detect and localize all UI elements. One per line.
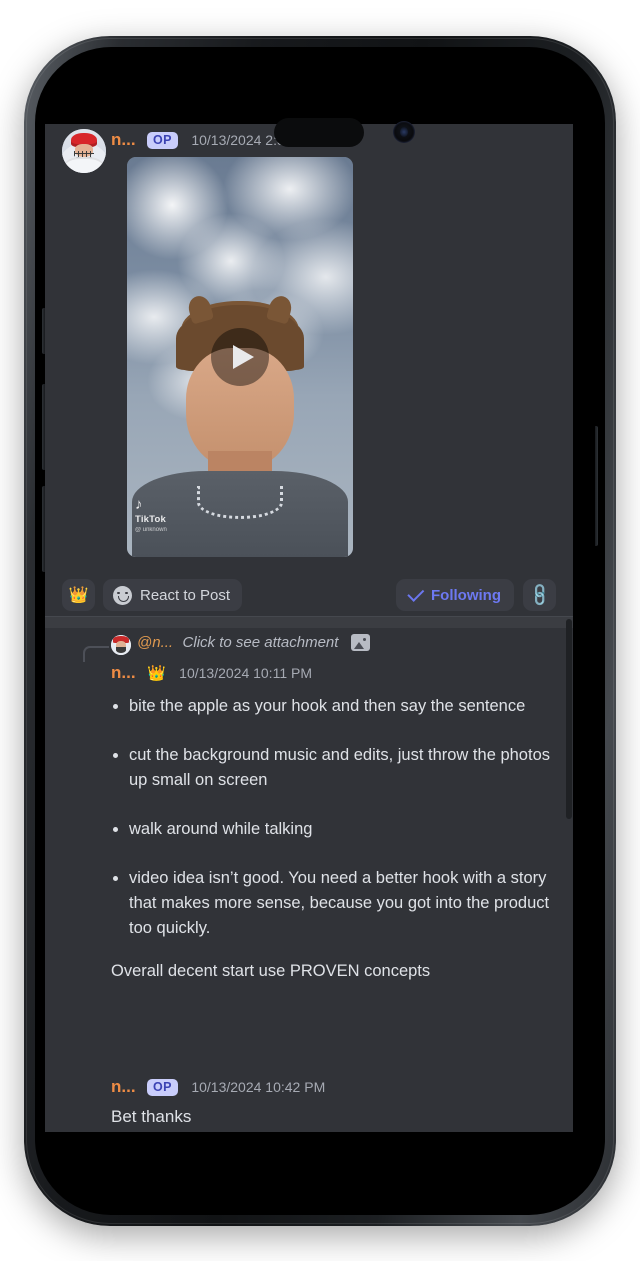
front-camera-icon: [393, 121, 415, 143]
reply-timestamp: 10/13/2024 10:11 PM: [179, 665, 312, 681]
following-label: Following: [431, 586, 501, 604]
subject-necklace: [197, 486, 283, 520]
post-action-bar: 👑 React to Post Following 🔗: [45, 571, 573, 619]
crown-badge-icon: 👑: [147, 665, 166, 682]
image-icon: [350, 634, 370, 651]
reply-bullet-list: bite the apple as your hook and then say…: [111, 694, 561, 941]
crown-icon: 👑: [68, 587, 89, 604]
avatar-art-red-cap: [111, 635, 131, 655]
tiktok-label: TikTok: [135, 514, 166, 525]
reply-header: n... 👑 10/13/2024 10:11 PM: [45, 660, 573, 690]
jersey-shape: [64, 156, 104, 173]
reply-reference-handle[interactable]: @n...: [137, 634, 173, 651]
check-icon: [407, 584, 425, 602]
reply-closing-text: Overall decent start use PROVEN concepts: [111, 962, 431, 980]
reply-body: bite the apple as your hook and then say…: [45, 690, 573, 984]
op-badge: OP: [147, 131, 178, 149]
last-message-header: n... OP 10/13/2024 10:42 PM: [45, 1074, 573, 1102]
list-item: video idea isn’t good. You need a better…: [111, 866, 561, 941]
reply-message: @n... Click to see attachment n... 👑 10/…: [45, 634, 573, 988]
last-message-timestamp: 10/13/2024 10:42 PM: [191, 1079, 326, 1095]
chat-app-viewport: n... OP 10/13/2024 2:36 PM ♪ TikTok @ un…: [45, 124, 573, 1132]
link-icon: 🔗: [526, 582, 553, 609]
post-author-name[interactable]: n...: [111, 130, 136, 150]
tiktok-username: @ unknown: [135, 527, 167, 533]
scrollbar-thumb[interactable]: [566, 619, 572, 819]
tiktok-watermark: ♪ TikTok @ unknown: [135, 497, 167, 533]
crown-reaction-button[interactable]: 👑: [62, 579, 95, 611]
following-button[interactable]: Following: [396, 579, 514, 611]
last-message-text: Bet thanks: [111, 1107, 192, 1126]
reply-reference-line[interactable]: @n... Click to see attachment: [45, 634, 573, 662]
beard-shape: [115, 646, 127, 653]
last-message: n... OP 10/13/2024 10:42 PM Bet thanks: [45, 1074, 573, 1130]
op-badge-2: OP: [147, 1078, 178, 1096]
list-item: cut the background music and edits, just…: [111, 743, 561, 793]
play-triangle-shape: [233, 345, 254, 369]
last-message-author[interactable]: n...: [111, 1077, 136, 1097]
copy-link-button[interactable]: 🔗: [523, 579, 556, 611]
react-to-post-label: React to Post: [140, 586, 231, 604]
scrollbar-track[interactable]: [565, 124, 573, 1132]
dynamic-island: [274, 118, 364, 147]
avatar-op[interactable]: [62, 129, 106, 173]
music-note-icon: ♪: [135, 496, 143, 513]
play-icon[interactable]: [211, 328, 269, 386]
smiley-icon: [113, 585, 132, 605]
list-item: bite the apple as your hook and then say…: [111, 694, 561, 719]
list-item: walk around while talking: [111, 817, 561, 842]
reply-author-name[interactable]: n...: [111, 663, 136, 683]
avatar-art-hockey-player: [62, 129, 106, 173]
reply-reference-text[interactable]: Click to see attachment: [183, 634, 339, 651]
avatar-referenced-author[interactable]: [111, 635, 131, 655]
video-attachment[interactable]: ♪ TikTok @ unknown: [127, 157, 353, 557]
react-to-post-button[interactable]: React to Post: [103, 579, 243, 611]
section-divider: [45, 616, 573, 628]
